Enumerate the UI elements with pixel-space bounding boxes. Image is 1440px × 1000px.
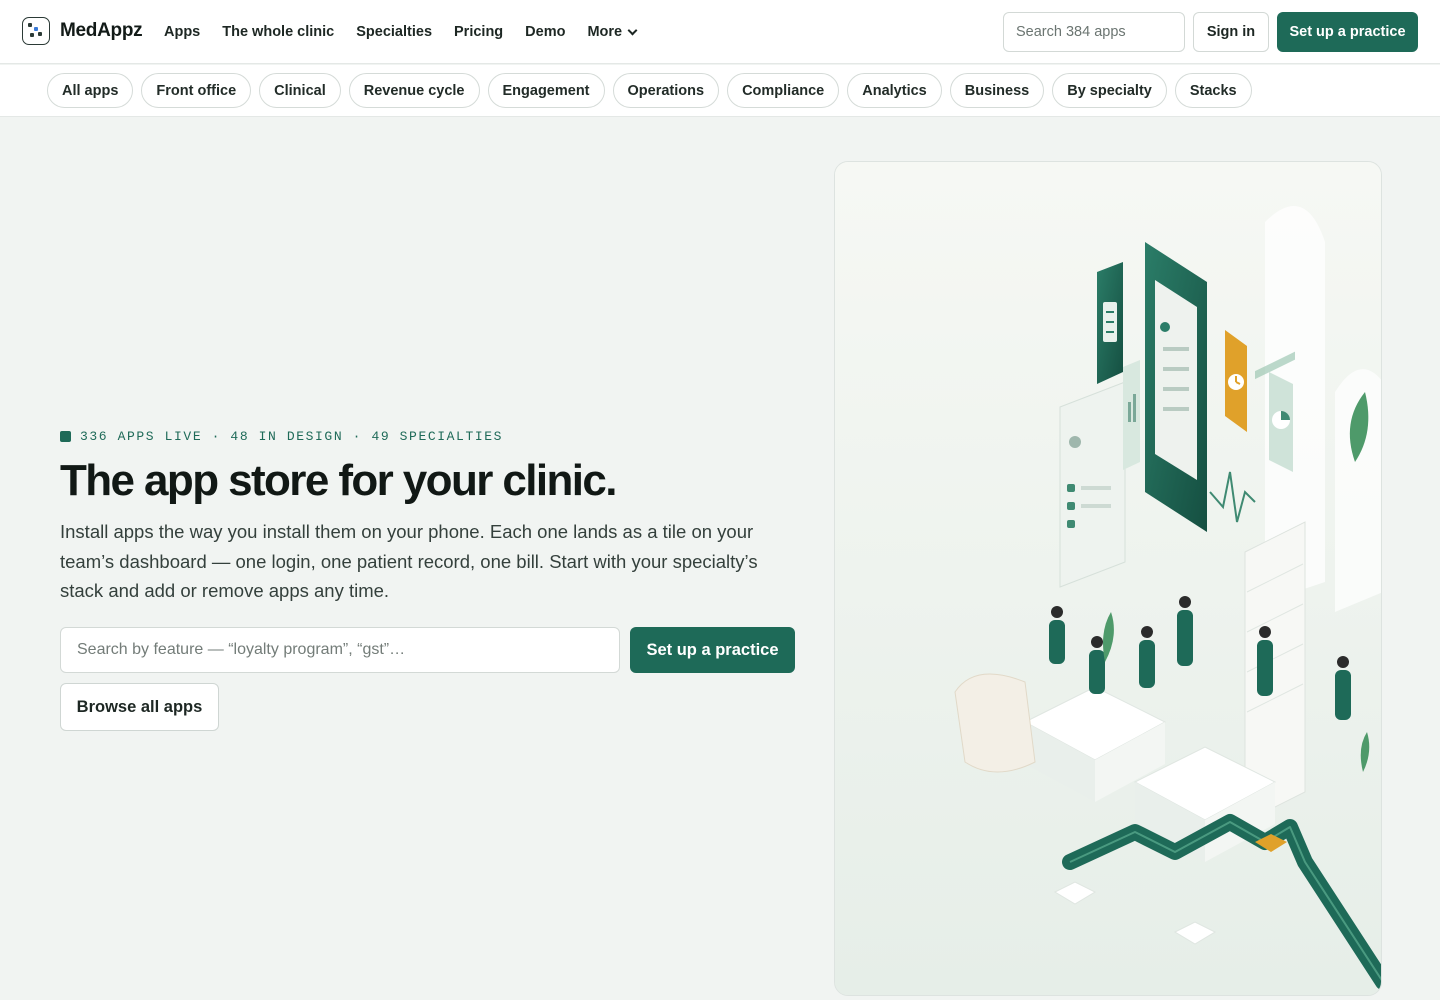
brand-logo-icon (22, 17, 50, 45)
feature-search-input[interactable] (60, 627, 620, 673)
chevron-down-icon (627, 25, 638, 35)
nav-link-demo[interactable]: Demo (525, 20, 565, 44)
nav-link-specialties[interactable]: Specialties (356, 20, 432, 44)
header-search-input[interactable] (1003, 12, 1185, 52)
hero-section: 336 APPS LIVE · 48 IN DESIGN · 49 SPECIA… (0, 117, 1440, 1000)
category-chip-front-office[interactable]: Front office (141, 73, 252, 108)
hero-illustration (834, 161, 1382, 996)
sign-in-button[interactable]: Sign in (1193, 12, 1269, 52)
category-chip-clinical[interactable]: Clinical (259, 73, 341, 108)
category-chip-compliance[interactable]: Compliance (727, 73, 840, 108)
calendar-icon (1097, 262, 1123, 384)
clock-icon (1225, 330, 1247, 432)
main-nav: Apps The whole clinic Specialties Pricin… (164, 20, 658, 44)
pie-chart-icon (1269, 372, 1293, 472)
nav-link-whole-clinic[interactable]: The whole clinic (222, 20, 334, 44)
browse-all-apps-button[interactable]: Browse all apps (60, 683, 219, 731)
hero-description: Install apps the way you install them on… (60, 521, 758, 601)
category-bar: All apps Front office Clinical Revenue c… (0, 65, 1440, 117)
hero-setup-practice-button[interactable]: Set up a practice (630, 627, 795, 673)
chart-icon (1123, 360, 1140, 470)
nav-more-menu[interactable]: More (587, 20, 638, 44)
top-navigation: MedAppz Apps The whole clinic Specialtie… (0, 0, 1440, 64)
category-chip-business[interactable]: Business (949, 73, 1045, 108)
header-setup-practice-button[interactable]: Set up a practice (1277, 12, 1418, 52)
nav-more-label: More (587, 24, 623, 40)
category-chip-analytics[interactable]: Analytics (847, 73, 942, 108)
status-dot-icon (60, 431, 71, 442)
category-chip-stacks[interactable]: Stacks (1174, 73, 1252, 108)
category-chip-by-specialty[interactable]: By specialty (1052, 73, 1167, 108)
category-chip-operations[interactable]: Operations (612, 73, 720, 108)
hero-stats-eyebrow: 336 APPS LIVE · 48 IN DESIGN · 49 SPECIA… (60, 429, 503, 444)
floating-panel-light (1059, 381, 1126, 588)
nav-link-pricing[interactable]: Pricing (454, 20, 503, 44)
category-chip-engagement[interactable]: Engagement (487, 73, 605, 108)
nav-link-apps[interactable]: Apps (164, 20, 200, 44)
clinic-isometric-illustration (835, 162, 1381, 995)
category-chip-revenue-cycle[interactable]: Revenue cycle (348, 73, 480, 108)
brand-name: MedAppz (60, 20, 143, 41)
category-chips: All apps Front office Clinical Revenue c… (47, 73, 1260, 108)
main-dashboard-tile (1145, 242, 1207, 532)
brand-logo-link[interactable]: MedAppz (22, 16, 143, 46)
hero-stats-text: 336 APPS LIVE · 48 IN DESIGN · 49 SPECIA… (80, 429, 504, 444)
category-chip-all-apps[interactable]: All apps (47, 73, 134, 108)
hero-title: The app store for your clinic. (60, 456, 617, 505)
